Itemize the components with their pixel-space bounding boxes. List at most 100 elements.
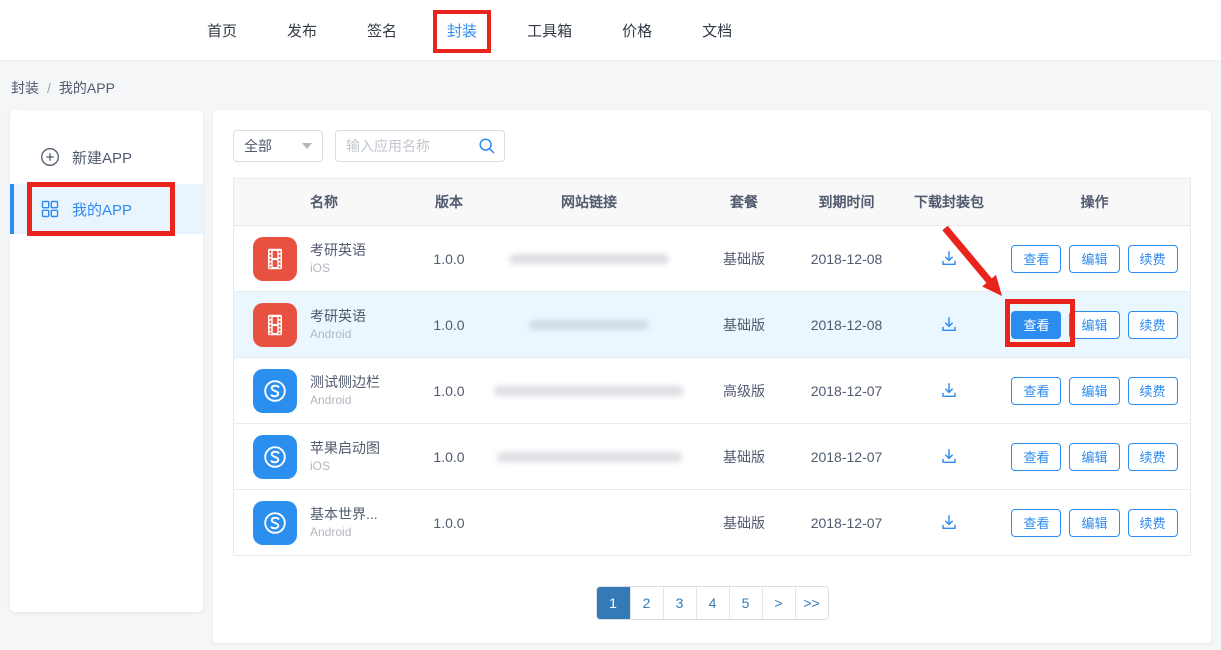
- nav-sign[interactable]: 签名: [367, 0, 397, 61]
- col-header-download: 下载封装包: [899, 192, 999, 212]
- app-version: 1.0.0: [414, 515, 484, 531]
- top-header: 首页 发布 签名 封装 工具箱 价格 文档: [0, 0, 1221, 61]
- download-icon[interactable]: [938, 512, 960, 534]
- view-button[interactable]: 查看: [1011, 443, 1061, 471]
- grid-icon: [40, 199, 60, 219]
- sidebar-item-label: 新建APP: [72, 147, 132, 168]
- edit-button[interactable]: 编辑: [1069, 245, 1119, 273]
- breadcrumb-my-app: 我的APP: [59, 78, 115, 98]
- edit-button[interactable]: 编辑: [1069, 311, 1119, 339]
- table-row: 苹果启动图 iOS 1.0.0 基础版 2018-12-07 查看: [234, 423, 1190, 489]
- col-header-version: 版本: [414, 192, 484, 212]
- app-platform: Android: [310, 524, 378, 540]
- view-button[interactable]: 查看: [1011, 509, 1061, 537]
- plus-circle-icon: [40, 147, 60, 167]
- edit-button[interactable]: 编辑: [1069, 377, 1119, 405]
- app-expiry: 2018-12-08: [794, 251, 899, 267]
- app-name: 苹果启动图: [310, 439, 380, 458]
- edit-button[interactable]: 编辑: [1069, 509, 1119, 537]
- download-icon[interactable]: [938, 446, 960, 468]
- app-platform: Android: [310, 326, 366, 342]
- main-nav: 首页 发布 签名 封装 工具箱 价格 文档: [0, 0, 1221, 61]
- nav-home[interactable]: 首页: [207, 0, 237, 61]
- table-row: 考研英语 iOS 1.0.0 基础版 2018-12-08 查看: [234, 225, 1190, 291]
- filter-toolbar: 全部: [233, 130, 1191, 162]
- col-header-name: 名称: [234, 192, 414, 212]
- app-icon-s-logo: [253, 435, 297, 479]
- app-name: 考研英语: [310, 241, 366, 260]
- app-plan: 基础版: [694, 513, 794, 533]
- renew-button[interactable]: 续费: [1128, 509, 1178, 537]
- app-name: 考研英语: [310, 307, 366, 326]
- table-row: 测试侧边栏 Android 1.0.0 高级版 2018-12-07 查看: [234, 357, 1190, 423]
- app-icon-s-logo: [253, 501, 297, 545]
- app-version: 1.0.0: [414, 317, 484, 333]
- edit-button[interactable]: 编辑: [1069, 443, 1119, 471]
- sidebar-item-new-app[interactable]: 新建APP: [10, 132, 203, 182]
- app-icon-film: [253, 237, 297, 281]
- page-3[interactable]: 3: [663, 587, 696, 619]
- breadcrumb-package[interactable]: 封装: [11, 78, 39, 98]
- sidebar-item-my-app[interactable]: 我的APP: [10, 184, 203, 234]
- nav-toolbox[interactable]: 工具箱: [527, 0, 572, 61]
- renew-button[interactable]: 续费: [1128, 377, 1178, 405]
- app-name: 测试侧边栏: [310, 373, 380, 392]
- category-select[interactable]: 全部: [233, 130, 323, 162]
- app-name: 基本世界...: [310, 505, 378, 524]
- table-row-highlighted: 考研英语 Android 1.0.0 基础版 2018-12-08 查看: [234, 291, 1190, 357]
- breadcrumb-separator: /: [47, 80, 51, 96]
- page-next[interactable]: >: [762, 587, 795, 619]
- nav-price[interactable]: 价格: [622, 0, 652, 61]
- nav-docs[interactable]: 文档: [702, 0, 732, 61]
- category-select-value: 全部: [244, 136, 272, 156]
- app-icon-s-logo: [253, 369, 297, 413]
- app-table: 名称 版本 网站链接 套餐 到期时间 下载封装包 操作: [233, 178, 1191, 556]
- nav-package[interactable]: 封装: [447, 0, 477, 61]
- app-plan: 基础版: [694, 447, 794, 467]
- nav-publish[interactable]: 发布: [287, 0, 317, 61]
- app-version: 1.0.0: [414, 251, 484, 267]
- redacted-link: [497, 452, 682, 462]
- table-row: 基本世界... Android 1.0.0 基础版 2018-12-07 查看: [234, 489, 1190, 555]
- app-expiry: 2018-12-08: [794, 317, 899, 333]
- renew-button[interactable]: 续费: [1128, 311, 1178, 339]
- redacted-link: [529, 320, 649, 330]
- sidebar-item-label: 我的APP: [72, 199, 132, 220]
- page-1[interactable]: 1: [597, 587, 630, 619]
- view-button-active[interactable]: 查看: [1011, 311, 1061, 339]
- page-last[interactable]: >>: [795, 587, 828, 619]
- chevron-down-icon: [302, 143, 312, 149]
- table-header-row: 名称 版本 网站链接 套餐 到期时间 下载封装包 操作: [234, 179, 1190, 225]
- app-expiry: 2018-12-07: [794, 515, 899, 531]
- app-plan: 高级版: [694, 381, 794, 401]
- view-button[interactable]: 查看: [1011, 377, 1061, 405]
- app-version: 1.0.0: [414, 383, 484, 399]
- renew-button[interactable]: 续费: [1128, 443, 1178, 471]
- col-header-actions: 操作: [999, 192, 1190, 212]
- app-expiry: 2018-12-07: [794, 449, 899, 465]
- app-plan: 基础版: [694, 315, 794, 335]
- download-icon[interactable]: [938, 248, 960, 270]
- renew-button[interactable]: 续费: [1128, 245, 1178, 273]
- page-4[interactable]: 4: [696, 587, 729, 619]
- app-platform: Android: [310, 392, 380, 408]
- app-platform: iOS: [310, 260, 366, 276]
- redacted-link: [509, 254, 669, 264]
- sidebar: 新建APP 我的APP: [10, 110, 203, 612]
- col-header-plan: 套餐: [694, 192, 794, 212]
- view-button[interactable]: 查看: [1011, 245, 1061, 273]
- app-icon-film: [253, 303, 297, 347]
- search-box: [335, 130, 505, 162]
- page-5[interactable]: 5: [729, 587, 762, 619]
- col-header-link: 网站链接: [484, 192, 694, 212]
- download-icon[interactable]: [938, 314, 960, 336]
- breadcrumb: 封装 / 我的APP: [11, 78, 115, 98]
- app-platform: iOS: [310, 458, 380, 474]
- search-icon[interactable]: [477, 136, 497, 156]
- pagination: 1 2 3 4 5 > >>: [596, 586, 829, 620]
- main-content: 全部 名称 版本 网站链接 套餐 到期时间 下载封装包 操作: [213, 110, 1211, 643]
- page-2[interactable]: 2: [630, 587, 663, 619]
- download-icon[interactable]: [938, 380, 960, 402]
- col-header-expiry: 到期时间: [794, 192, 899, 212]
- app-version: 1.0.0: [414, 449, 484, 465]
